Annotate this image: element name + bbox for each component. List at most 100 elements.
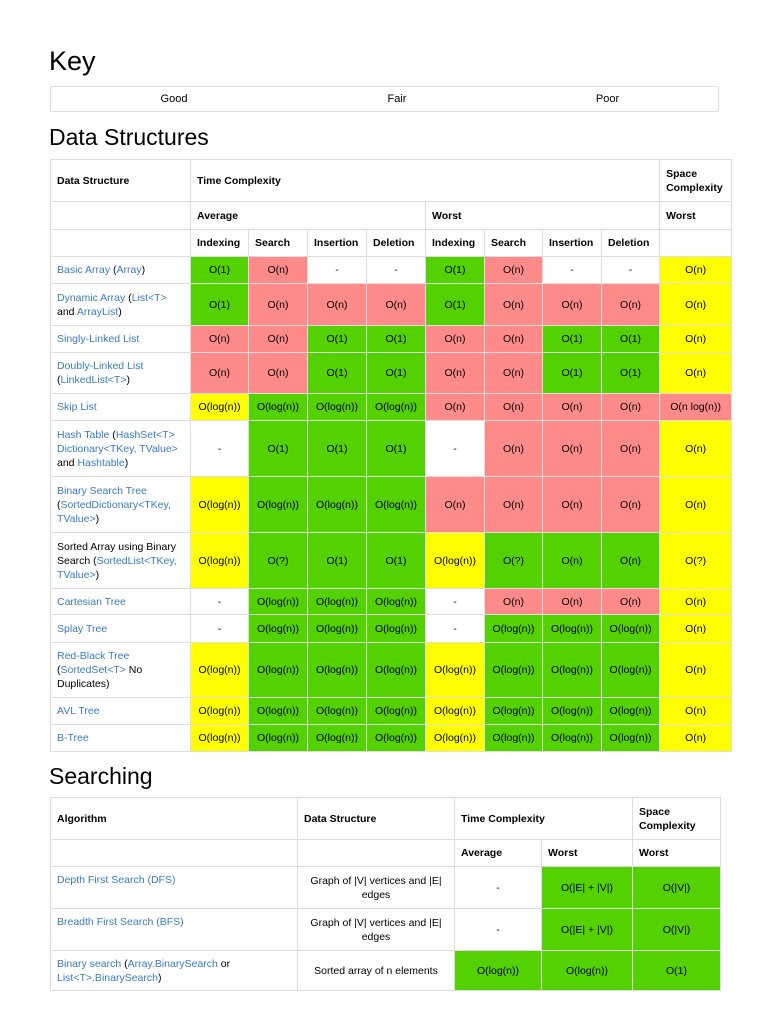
complexity-cell: O(?) [248, 532, 308, 589]
complexity-cell: O(1) [366, 420, 426, 477]
row-name-link[interactable]: LinkedList<T> [61, 374, 127, 386]
row-name-link[interactable]: Basic Array [57, 264, 110, 276]
header-empty [297, 839, 455, 867]
row-name-link[interactable]: Red-Black Tree [57, 650, 129, 662]
header-algorithm: Algorithm [50, 797, 298, 840]
complexity-cell: O(n) [659, 642, 733, 698]
complexity-cell: O(log(n)) [425, 532, 485, 589]
row-name-link[interactable]: HashSet<T> [116, 429, 175, 441]
complexity-cell: O(1) [600, 325, 661, 353]
complexity-cell: - [454, 908, 542, 951]
complexity-cell: - [600, 256, 661, 284]
table-row: Binary Search Tree (SortedDictionary<TKe… [50, 476, 733, 533]
complexity-cell: O(n) [484, 256, 543, 284]
complexity-cell: O(n) [600, 532, 661, 589]
complexity-cell: O(n) [659, 588, 733, 615]
complexity-cell: O(log(n)) [190, 532, 249, 589]
row-name-link[interactable]: Hashtable [77, 457, 124, 469]
row-name-link[interactable]: Singly-Linked List [57, 333, 139, 345]
complexity-cell: O(log(n)) [248, 588, 308, 615]
complexity-cell: O(n) [425, 476, 485, 533]
complexity-cell: O(n) [659, 283, 733, 326]
header-space-complexity: Space Complexity [632, 797, 721, 840]
complexity-cell: O(1) [425, 283, 485, 326]
complexity-cell: O(1) [632, 950, 721, 991]
row-name-link[interactable]: Binary Search Tree [57, 485, 147, 497]
row-name-text: ) [95, 568, 100, 581]
row-name-link[interactable]: Array.BinarySearch [128, 958, 218, 970]
complexity-cell: O(log(n)) [248, 476, 308, 533]
key-good: Good [160, 93, 188, 105]
row-name-link[interactable]: SortedSet<T> [61, 664, 126, 676]
row-name-link[interactable]: Cartesian Tree [57, 596, 126, 608]
complexity-cell: O(log(n)) [248, 614, 308, 643]
complexity-cell: O(1) [366, 352, 426, 394]
complexity-cell: O(n) [659, 256, 733, 284]
header-space-complexity: Space Complexity [659, 159, 733, 202]
complexity-cell: - [190, 588, 249, 615]
row-name-cell: Sorted Array using Binary Search (Sorted… [50, 532, 191, 589]
header-space-worst: Worst [659, 201, 733, 230]
row-name-cell: Breadth First Search (BFS) [50, 908, 298, 951]
complexity-cell: O(n) [484, 420, 543, 477]
row-name-link[interactable]: Breadth First Search (BFS) [57, 916, 184, 928]
row-name-text: ) [118, 305, 122, 318]
complexity-cell: O(1) [542, 352, 602, 394]
row-name-link[interactable]: List<T>.BinarySearch [57, 972, 158, 984]
complexity-cell: O(n) [484, 476, 543, 533]
complexity-cell: O(log(n)) [366, 697, 426, 725]
complexity-cell: O(1) [307, 532, 367, 589]
complexity-cell: O(log(n)) [248, 724, 308, 752]
header-op-deletion: Deletion [600, 229, 661, 257]
complexity-cell: O(log(n)) [366, 476, 426, 533]
complexity-cell: O(n) [542, 283, 602, 326]
row-name-link[interactable]: Array [117, 264, 142, 276]
complexity-cell: O(n) [659, 476, 733, 533]
complexity-cell: O(log(n)) [366, 614, 426, 643]
table-row: Breadth First Search (BFS) Graph of |V| v… [50, 908, 721, 951]
row-name-text: or [217, 957, 231, 970]
row-name-link[interactable]: ArrayList [77, 306, 118, 318]
header-empty [659, 229, 733, 257]
complexity-cell: O(log(n)) [484, 642, 543, 698]
complexity-cell: O(log(n)) [307, 588, 367, 615]
row-name-link[interactable]: Splay Tree [57, 623, 107, 635]
complexity-cell: O(n) [600, 476, 661, 533]
row-name-link[interactable]: SortedDictionary<TKey, TValue> [57, 499, 171, 525]
row-name-link[interactable]: B-Tree [57, 732, 89, 744]
row-name-link[interactable]: Binary search [57, 958, 121, 970]
header-op-search: Search [484, 229, 543, 257]
table-row: Singly-Linked List O(n) O(n) O(1) O(1) O(n) O(… [50, 325, 733, 353]
row-name-link[interactable]: Hash Table [57, 429, 109, 441]
header-worst: Worst [541, 839, 633, 867]
complexity-cell: O(1) [307, 420, 367, 477]
complexity-cell: O(log(n)) [425, 642, 485, 698]
row-name-link[interactable]: Skip List [57, 401, 97, 413]
complexity-cell: - [425, 614, 485, 643]
row-name-link[interactable]: AVL Tree [57, 705, 100, 717]
row-name-link[interactable]: List<T> [132, 292, 167, 304]
complexity-cell: - [366, 256, 426, 284]
table-row: Skip List O(log(n)) O(log(n)) O(log(n)) O(lo… [50, 393, 733, 421]
header-op-insertion: Insertion [542, 229, 602, 257]
row-name-cell: Splay Tree [50, 614, 191, 643]
row-name-cell: Cartesian Tree [50, 588, 191, 615]
complexity-cell: O(log(n)) [248, 393, 308, 421]
table-row: Sorted Array using Binary Search (Sorted… [50, 532, 733, 589]
complexity-cell: O(log(n)) [366, 393, 426, 421]
complexity-cell: O(n) [600, 283, 661, 326]
header-op-deletion: Deletion [366, 229, 426, 257]
complexity-cell: O(n) [366, 283, 426, 326]
row-name-text: ) [126, 374, 130, 386]
complexity-cell: O(1) [600, 352, 661, 394]
row-name-link[interactable]: Dictionary<TKey, TValue> [57, 443, 178, 455]
complexity-cell: O(log(n)) [425, 697, 485, 725]
key-fair: Fair [387, 93, 407, 105]
row-name-cell: AVL Tree [50, 697, 191, 725]
complexity-cell: - [307, 256, 367, 284]
table-row: Binary search (Array.BinarySearch or Lis… [50, 950, 721, 991]
complexity-cell: O(1) [248, 420, 308, 477]
row-name-link[interactable]: Dynamic Array [57, 292, 125, 304]
row-name-link[interactable]: Doubly-Linked List [57, 360, 143, 372]
row-name-link[interactable]: Depth First Search (DFS) [57, 874, 175, 886]
